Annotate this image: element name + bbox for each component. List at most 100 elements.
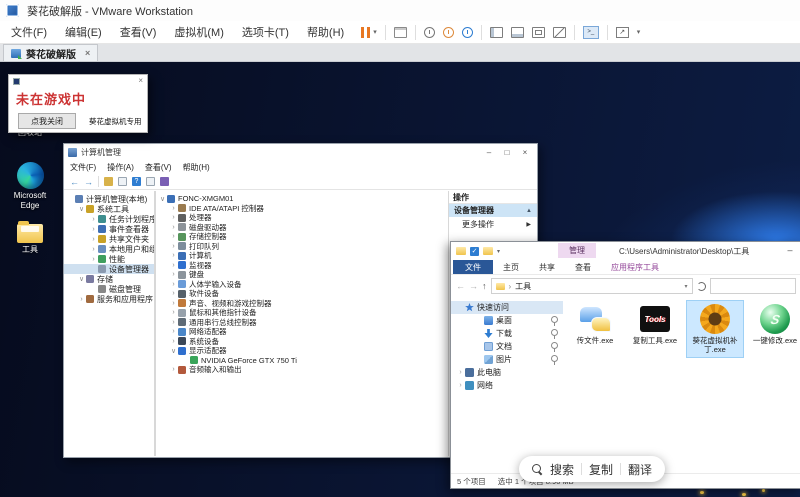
tree-expand-arrow[interactable]: ∨: [169, 347, 178, 355]
sidebar-item[interactable]: › 网络: [451, 379, 563, 392]
sidebar-item[interactable]: 文档: [451, 340, 563, 353]
tree-expand-arrow[interactable]: ›: [169, 243, 178, 250]
close-button[interactable]: ×: [516, 145, 534, 160]
tree-expand-arrow[interactable]: ›: [169, 338, 178, 345]
console-view-icon[interactable]: >_: [583, 26, 599, 39]
tree-expand-arrow[interactable]: ›: [89, 216, 98, 223]
properties-icon[interactable]: [146, 177, 155, 186]
cm-menu-item[interactable]: 操作(A): [107, 162, 134, 173]
tree-item[interactable]: ∨ 存储: [64, 274, 154, 284]
tree-expand-arrow[interactable]: ∨: [77, 205, 86, 213]
tree-item[interactable]: › 性能: [64, 254, 154, 264]
tree-expand-arrow[interactable]: ›: [169, 271, 178, 278]
search-icon[interactable]: [532, 464, 543, 475]
minimize-button[interactable]: –: [781, 242, 799, 258]
collapse-icon[interactable]: ▲: [526, 208, 532, 214]
tree-expand-arrow[interactable]: ›: [169, 233, 178, 240]
printer-icon[interactable]: [394, 27, 407, 38]
menu-item[interactable]: 虚拟机(M): [165, 24, 233, 40]
ribbon-tab[interactable]: 文件: [453, 260, 493, 274]
chevron-down-icon[interactable]: ▾: [637, 28, 641, 36]
tree-item[interactable]: › 本地用户和组: [64, 244, 154, 254]
breadcrumb-folder[interactable]: 工具: [515, 281, 531, 292]
close-me-button[interactable]: 点我关闭: [18, 113, 76, 129]
tree-expand-arrow[interactable]: ›: [169, 309, 178, 316]
ribbon-tab[interactable]: 主页: [493, 260, 529, 274]
tree-item[interactable]: 磁盘管理: [64, 284, 154, 294]
tree-expand-arrow[interactable]: ∨: [158, 195, 167, 203]
tree-item[interactable]: 设备管理器: [64, 264, 154, 274]
explorer-titlebar[interactable]: ✓ ▾ 管理 C:\Users\Administrator\Desktop\工具…: [451, 242, 800, 260]
sidebar-item[interactable]: 快速访问: [451, 301, 563, 314]
ribbon-tab[interactable]: 共享: [529, 260, 565, 274]
desktop-icon-tools-folder[interactable]: 工具: [4, 220, 56, 255]
tree-item[interactable]: › 共享文件夹: [64, 234, 154, 244]
menu-item[interactable]: 选项卡(T): [233, 24, 298, 40]
cm-menu-item[interactable]: 查看(V): [145, 162, 172, 173]
sidebar-item[interactable]: 桌面: [451, 314, 563, 327]
tree-expand-arrow[interactable]: ›: [169, 366, 178, 373]
cm-menu-item[interactable]: 帮助(H): [183, 162, 210, 173]
close-icon[interactable]: ×: [85, 48, 90, 58]
menu-item[interactable]: 文件(F): [2, 24, 56, 40]
file-item[interactable]: 传文件.exe: [566, 300, 624, 348]
tree-expand-arrow[interactable]: ›: [89, 226, 98, 233]
translate-button[interactable]: 翻译: [628, 461, 652, 478]
sidebar-item[interactable]: 下载: [451, 327, 563, 340]
minimize-button[interactable]: –: [480, 145, 498, 160]
breadcrumb[interactable]: › 工具 ▾: [491, 278, 693, 294]
back-icon[interactable]: ←: [70, 177, 79, 187]
back-icon[interactable]: ←: [456, 281, 465, 291]
help-icon[interactable]: ?: [132, 177, 141, 186]
thumbnail-bar-toggle-icon[interactable]: [511, 27, 524, 38]
tree-item[interactable]: ∨ 系统工具: [64, 204, 154, 214]
ribbon-tab[interactable]: 查看: [565, 260, 601, 274]
device-tree-item[interactable]: › 音频输入和输出: [156, 365, 448, 375]
sidebar-item[interactable]: 图片: [451, 353, 563, 366]
file-item[interactable]: 葵花虚拟机补丁.exe: [686, 300, 744, 358]
tree-expand-arrow[interactable]: ›: [456, 369, 465, 376]
folder-icon[interactable]: [483, 247, 493, 255]
tree-expand-arrow[interactable]: ›: [169, 205, 178, 212]
copy-button[interactable]: 复制: [589, 461, 613, 478]
library-toggle-icon[interactable]: [490, 27, 503, 38]
forward-icon[interactable]: →: [469, 281, 478, 291]
tree-item[interactable]: › 服务和应用程序: [64, 294, 154, 304]
folder-icon[interactable]: [456, 247, 466, 255]
device-tree-item[interactable]: ∨ 显示适配器: [156, 346, 448, 356]
tree-expand-arrow[interactable]: ›: [169, 300, 178, 307]
tree-expand-arrow[interactable]: ›: [77, 296, 86, 303]
sidebar-item[interactable]: › 此电脑: [451, 366, 563, 379]
chevron-down-icon[interactable]: ▾: [373, 28, 377, 36]
snapshot-manager-icon[interactable]: [462, 27, 473, 38]
vmware-titlebar[interactable]: 葵花破解版 - VMware Workstation: [0, 0, 800, 21]
tree-expand-arrow[interactable]: ›: [456, 382, 465, 389]
search-button[interactable]: 搜索: [550, 461, 574, 478]
tree-expand-arrow[interactable]: ›: [169, 224, 178, 231]
cm-titlebar[interactable]: 计算机管理 – □ ×: [64, 144, 537, 161]
more-actions-item[interactable]: 更多操作 ▶: [449, 217, 537, 231]
dialog-titlebar[interactable]: ×: [9, 75, 147, 87]
pause-button[interactable]: ▾: [361, 27, 377, 38]
chevron-down-icon[interactable]: ▾: [497, 248, 500, 255]
fit-guest-icon[interactable]: ↗: [616, 27, 629, 38]
console-tree-toggle-icon[interactable]: [104, 177, 113, 186]
ribbon-tab[interactable]: 应用程序工具: [601, 260, 669, 274]
tree-expand-arrow[interactable]: ›: [169, 319, 178, 326]
tree-item[interactable]: › 任务计划程序: [64, 214, 154, 224]
unity-mode-icon[interactable]: [553, 27, 566, 38]
tree-expand-arrow[interactable]: ›: [89, 236, 98, 243]
close-icon[interactable]: ×: [138, 76, 143, 86]
fullscreen-icon[interactable]: [532, 27, 545, 38]
tree-item[interactable]: › 事件查看器: [64, 224, 154, 234]
tree-expand-arrow[interactable]: ›: [169, 262, 178, 269]
up-icon[interactable]: ↑: [482, 281, 487, 291]
file-item[interactable]: Tools 复制工具.exe: [626, 300, 684, 348]
tree-expand-arrow[interactable]: ›: [169, 214, 178, 221]
guest-desktop[interactable]: 回收站 Microsoft Edge 工具 计算机管理 – □ × 文件(: [0, 62, 800, 497]
scan-hardware-icon[interactable]: [160, 177, 169, 186]
chevron-down-icon[interactable]: ▾: [684, 283, 687, 290]
cm-menu-item[interactable]: 文件(F): [70, 162, 96, 173]
vm-tab[interactable]: 葵花破解版 ×: [3, 44, 98, 61]
quick-access-check-icon[interactable]: ✓: [470, 247, 479, 256]
